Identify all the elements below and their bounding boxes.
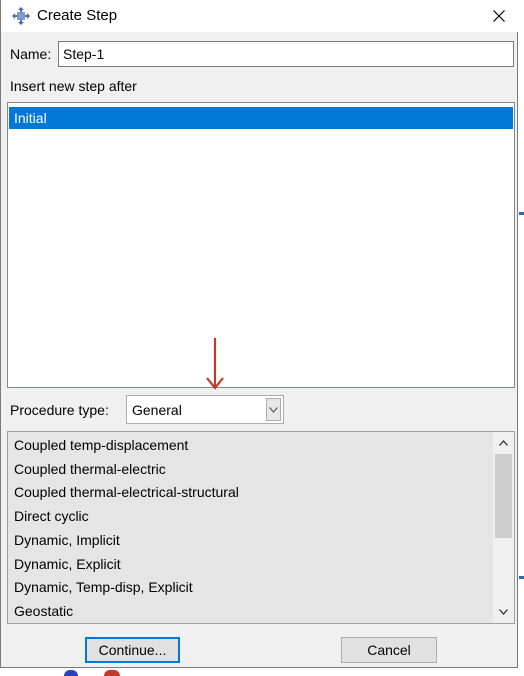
abaqus-step-icon: [12, 7, 30, 25]
list-item[interactable]: Dynamic, Temp-disp, Explicit: [14, 579, 193, 595]
background-window-edge: [518, 0, 524, 674]
window-title: Create Step: [37, 7, 118, 24]
create-step-dialog: Create Step Name: Insert new step after …: [0, 0, 519, 668]
existing-steps-list[interactable]: Initial: [7, 102, 515, 388]
title-bar[interactable]: Create Step: [1, 0, 519, 32]
list-item[interactable]: Direct cyclic: [14, 508, 89, 524]
procedure-list-scrollbar[interactable]: [493, 432, 514, 623]
close-button[interactable]: [481, 1, 517, 31]
name-label: Name:: [10, 46, 52, 62]
procedure-list[interactable]: Coupled temp-displacement Coupled therma…: [7, 431, 515, 624]
step-item-initial[interactable]: Initial: [9, 107, 513, 129]
chevron-up-icon: [499, 440, 508, 446]
insert-after-label: Insert new step after: [10, 78, 137, 94]
cancel-button[interactable]: Cancel: [341, 637, 437, 663]
scroll-down-button[interactable]: [493, 603, 514, 621]
list-item[interactable]: Dynamic, Explicit: [14, 556, 121, 572]
scroll-up-button[interactable]: [493, 434, 514, 452]
procedure-type-value: General: [132, 402, 182, 418]
step-name-input[interactable]: [58, 41, 514, 67]
continue-button[interactable]: Continue...: [85, 637, 180, 663]
close-icon: [493, 10, 505, 22]
list-item[interactable]: Coupled thermal-electric: [14, 461, 166, 477]
list-item[interactable]: Coupled thermal-electrical-structural: [14, 484, 239, 500]
scroll-thumb[interactable]: [495, 454, 512, 538]
list-item[interactable]: Geostatic: [14, 603, 73, 619]
background-viewport-strip: [0, 668, 524, 676]
list-item[interactable]: Dynamic, Implicit: [14, 532, 120, 548]
procedure-type-label: Procedure type:: [10, 402, 109, 418]
procedure-type-select[interactable]: General: [126, 395, 284, 424]
red-down-arrow-icon: [206, 338, 224, 390]
chevron-down-icon: [499, 609, 508, 615]
list-item[interactable]: Coupled temp-displacement: [14, 437, 188, 453]
chevron-down-icon: [269, 406, 278, 413]
dropdown-button[interactable]: [266, 398, 281, 421]
